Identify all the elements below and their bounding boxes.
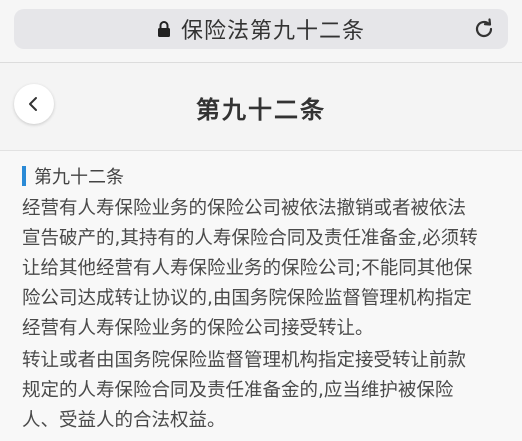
- lock-icon: [157, 21, 170, 37]
- browser-bar: 保险法第九十二条: [0, 0, 522, 63]
- paragraph-line: 转让或者由国务院保险监督管理机构指定接受转让前款: [22, 350, 467, 371]
- section-heading-text: 第九十二条: [34, 167, 124, 188]
- paragraph-line: 险公司达成转让协议的,由国务院保险监督管理机构指定: [22, 288, 472, 309]
- paragraph-line: 经营有人寿保险业务的保险公司被依法撤销或者被依法: [22, 198, 467, 219]
- paragraph-line: 经营有人寿保险业务的保险公司接受转让。: [22, 318, 374, 339]
- page-url-title: 保险法第九十二条: [180, 19, 365, 44]
- article-paragraph-1: 经营有人寿保险业务的保险公司被依法撤销或者被依法 宣告破产的,其持有的人寿保险合…: [22, 194, 502, 344]
- page-title: 第九十二条: [196, 96, 326, 124]
- reload-icon[interactable]: [472, 17, 496, 41]
- article-paragraph-2: 转让或者由国务院保险监督管理机构指定接受转让前款 规定的人寿保险合同及责任准备金…: [22, 346, 502, 436]
- paragraph-line: 规定的人寿保险合同及责任准备金的,应当维护被保险: [22, 380, 454, 401]
- heading-accent-bar: [22, 166, 26, 186]
- nav-bar: 第九十二条: [0, 63, 522, 151]
- address-bar[interactable]: 保险法第九十二条: [14, 9, 508, 49]
- paragraph-line: 人、受益人的合法权益。: [22, 410, 226, 431]
- paragraph-line: 宣告破产的,其持有的人寿保险合同及责任准备金,必须转: [22, 228, 478, 249]
- article-content: 第九十二条 经营有人寿保险业务的保险公司被依法撤销或者被依法 宣告破产的,其持有…: [0, 151, 522, 441]
- address-center: 保险法第九十二条: [14, 9, 508, 49]
- paragraph-line: 让给其他经营有人寿保险业务的保险公司;不能同其他保: [22, 258, 473, 279]
- section-heading: 第九十二条: [22, 165, 124, 188]
